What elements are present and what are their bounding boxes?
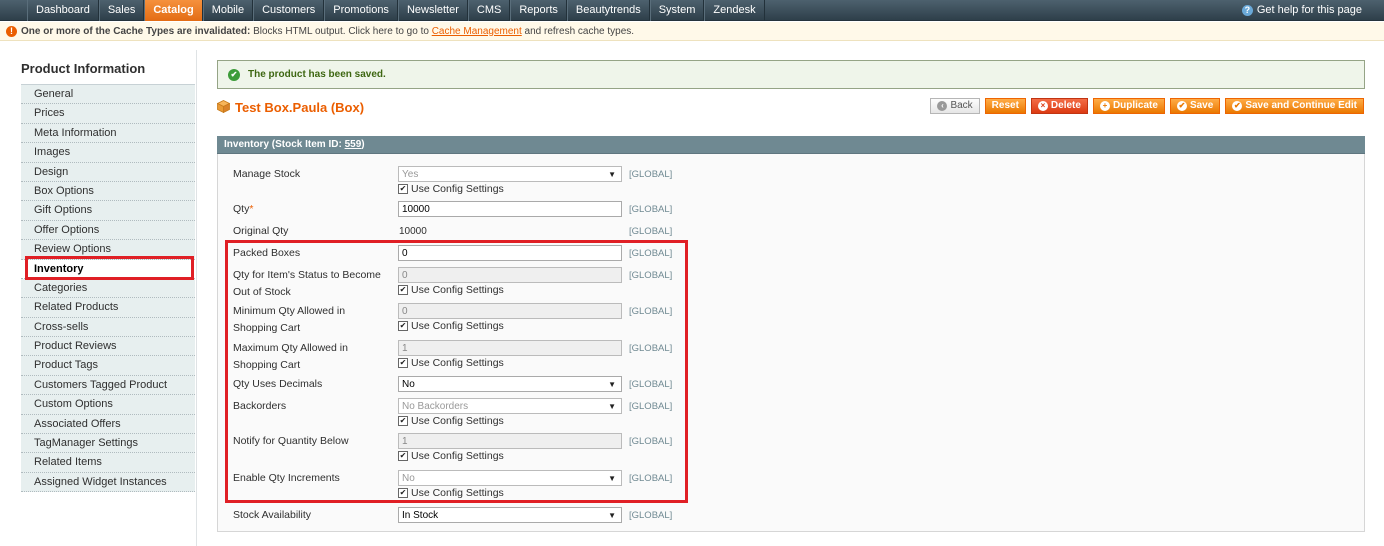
duplicate-button[interactable]: + Duplicate	[1092, 98, 1165, 114]
manage-stock-use-config[interactable]: ✔ Use Config Settings	[398, 183, 622, 195]
nav-item-newsletter[interactable]: Newsletter	[397, 0, 468, 21]
inventory-fieldset-header: Inventory (Stock Item ID: 559)	[217, 136, 1365, 154]
success-message-text: The product has been saved.	[248, 69, 386, 80]
sidebar-item-images[interactable]: Images	[21, 143, 195, 163]
sidebar-item-customers-tagged-product[interactable]: Customers Tagged Product	[21, 375, 195, 396]
qty-label-text: Qty	[233, 203, 250, 215]
help-link[interactable]: ? Get help for this page	[1241, 0, 1362, 21]
sidebar-item-related-products[interactable]: Related Products	[21, 298, 195, 318]
dropdown-arrow-icon: ▼	[608, 170, 616, 179]
reset-button-label: Reset	[991, 100, 1019, 111]
manage-stock-select[interactable]: Yes ▼	[398, 166, 622, 182]
use-config-label: Use Config Settings	[411, 183, 504, 195]
delete-button-label: Delete	[1050, 100, 1081, 111]
nav-item-zendesk[interactable]: Zendesk	[704, 0, 765, 21]
sidebar-item-product-reviews[interactable]: Product Reviews	[21, 337, 195, 357]
sidebar-item-categories[interactable]: Categories	[21, 278, 195, 299]
notice-tail: and refresh cache types.	[521, 25, 635, 37]
fieldset-title-suffix: )	[361, 139, 365, 150]
stock-availability-label: Stock Availability	[233, 509, 312, 521]
success-message: ✔ The product has been saved.	[217, 60, 1365, 89]
delete-icon: ×	[1037, 101, 1048, 111]
sidebar-item-tagmanager-settings[interactable]: TagManager Settings	[21, 434, 195, 454]
manage-stock-value: Yes	[402, 169, 419, 180]
back-arrow-icon: ‹	[937, 101, 948, 111]
scope-label: [GLOBAL]	[629, 226, 673, 237]
stock-availability-value: In Stock	[402, 510, 439, 521]
nav-menu: Dashboard Sales Catalog Mobile Customers Prom…	[27, 0, 765, 21]
nav-item-reports[interactable]: Reports	[510, 0, 567, 21]
qty-label: Qty*	[233, 201, 388, 218]
back-button-label: Back	[950, 100, 973, 111]
sidebar-item-offer-options[interactable]: Offer Options	[21, 220, 195, 241]
save-and-continue-label: Save and Continue Edit	[1245, 100, 1357, 111]
cache-management-link[interactable]: Cache Management	[432, 26, 522, 37]
sidebar-item-custom-options[interactable]: Custom Options	[21, 395, 195, 415]
product-tabs: General Prices Meta Information Images Desig…	[21, 84, 195, 493]
inventory-fields-highlight	[225, 240, 688, 503]
stock-item-id-link[interactable]: 559	[345, 139, 362, 150]
nav-item-beautytrends[interactable]: Beautytrends	[566, 0, 650, 21]
stock-availability-select[interactable]: In Stock ▼	[398, 507, 622, 523]
scope-label: [GLOBAL]	[629, 169, 673, 180]
notice-bold-text: One or more of the Cache Types are inval…	[21, 25, 251, 37]
sidebar-item-meta-information[interactable]: Meta Information	[21, 123, 195, 144]
nav-item-system[interactable]: System	[649, 0, 705, 21]
nav-item-dashboard[interactable]: Dashboard	[27, 0, 99, 21]
sidebar-item-box-options[interactable]: Box Options	[21, 181, 195, 202]
page-title: Test Box.Paula (Box)	[235, 100, 365, 115]
check-icon: ✔	[1232, 101, 1243, 111]
notice-text: Blocks HTML output. Click here to go to	[250, 25, 432, 37]
nav-item-sales[interactable]: Sales	[98, 0, 145, 21]
sidebar-item-general[interactable]: General	[21, 85, 195, 105]
add-icon: +	[1099, 101, 1110, 111]
sidebar-item-assigned-widget-instances[interactable]: Assigned Widget Instances	[21, 472, 195, 493]
sidebar-item-gift-options[interactable]: Gift Options	[21, 201, 195, 221]
nav-item-catalog[interactable]: Catalog	[144, 0, 203, 21]
checkbox-checked-icon[interactable]: ✔	[398, 184, 408, 194]
original-qty-value: 10000	[399, 226, 427, 237]
save-and-continue-button[interactable]: ✔ Save and Continue Edit	[1225, 98, 1364, 114]
warning-icon: !	[6, 25, 17, 37]
nav-item-promotions[interactable]: Promotions	[324, 0, 398, 21]
form-buttons: ‹ Back Reset × Delete + Duplicate ✔ Save…	[930, 98, 1364, 114]
save-button-label: Save	[1189, 100, 1214, 111]
sidebar-item-related-items[interactable]: Related Items	[21, 453, 195, 473]
sidebar-divider	[196, 50, 197, 546]
product-box-icon	[217, 100, 230, 113]
save-button[interactable]: ✔ Save	[1169, 98, 1221, 114]
duplicate-button-label: Duplicate	[1112, 100, 1158, 111]
scope-label: [GLOBAL]	[629, 510, 673, 521]
required-marker: *	[249, 203, 254, 215]
reset-button[interactable]: Reset	[984, 98, 1026, 114]
nav-item-mobile[interactable]: Mobile	[202, 0, 254, 21]
fieldset-title: Inventory (Stock Item ID:	[224, 139, 345, 150]
sidebar-item-cross-sells[interactable]: Cross-sells	[21, 317, 195, 338]
dropdown-arrow-icon: ▼	[608, 511, 616, 520]
help-icon: ?	[1241, 5, 1253, 16]
manage-stock-label: Manage Stock	[233, 168, 301, 180]
check-icon: ✔	[228, 68, 240, 81]
sidebar-title: Product Information	[21, 61, 146, 76]
delete-button[interactable]: × Delete	[1030, 98, 1088, 114]
sidebar-item-prices[interactable]: Prices	[21, 104, 195, 124]
inventory-tab-highlight	[25, 256, 194, 280]
top-navigation: Dashboard Sales Catalog Mobile Customers Prom…	[0, 0, 1384, 21]
qty-input[interactable]: 10000	[398, 201, 622, 217]
back-button[interactable]: ‹ Back	[930, 98, 980, 114]
check-icon: ✔	[1176, 101, 1187, 111]
nav-item-cms[interactable]: CMS	[467, 0, 511, 21]
help-link-label: Get help for this page	[1256, 4, 1362, 16]
sidebar-item-associated-offers[interactable]: Associated Offers	[21, 414, 195, 435]
scope-label: [GLOBAL]	[629, 204, 673, 215]
original-qty-label: Original Qty	[233, 225, 289, 237]
sidebar-item-product-tags[interactable]: Product Tags	[21, 356, 195, 376]
nav-item-customers[interactable]: Customers	[253, 0, 325, 21]
sidebar-item-design[interactable]: Design	[21, 162, 195, 182]
cache-notice: ! One or more of the Cache Types are inv…	[0, 22, 1384, 41]
